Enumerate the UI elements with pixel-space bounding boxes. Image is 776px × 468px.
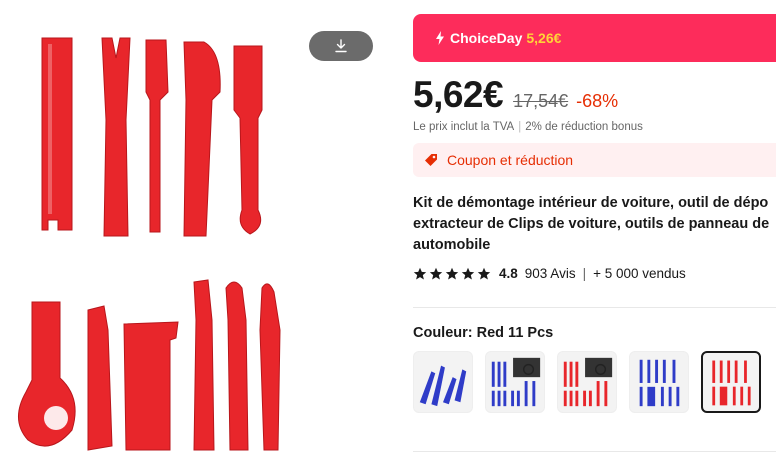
color-selector-label: Couleur: Red 11 Pcs <box>413 325 553 341</box>
color-option[interactable] <box>485 351 545 413</box>
color-swatches <box>413 351 761 413</box>
product-title-line: Kit de démontage intérieur de voiture, o… <box>413 195 769 211</box>
coupon-label: Coupon et réduction <box>447 152 574 168</box>
coupon-button[interactable]: Coupon et réduction <box>413 143 776 177</box>
reviews-link[interactable]: 903 Avis <box>525 266 576 281</box>
color-option[interactable] <box>629 351 689 413</box>
swatch-thumbnail <box>563 357 613 407</box>
product-title: Kit de démontage intérieur de voiture, o… <box>413 193 776 256</box>
bonus-text: 2% de réduction bonus <box>525 121 643 133</box>
color-option[interactable] <box>413 351 473 413</box>
color-value: Red 11 Pcs <box>476 325 554 341</box>
separator: | <box>518 121 522 133</box>
choice-day-banner[interactable]: ChoiceDay 5,26€ <box>413 14 776 62</box>
star-icon <box>413 267 427 279</box>
choice-label: ChoiceDay <box>450 30 523 46</box>
download-icon <box>335 39 347 53</box>
sold-count: + 5 000 vendus <box>593 266 686 281</box>
product-image[interactable] <box>0 0 400 468</box>
rating-row[interactable]: 4.8 903 Avis | + 5 000 vendus <box>413 266 686 281</box>
divider <box>413 307 776 308</box>
star-icon <box>445 267 459 279</box>
product-title-line: automobile <box>413 237 491 253</box>
tax-info: Le prix inclut la TVA | 2% de réduction bo… <box>413 121 643 133</box>
star-icon <box>429 267 443 279</box>
discount-badge: -68% <box>576 91 619 111</box>
tax-included-text: Le prix inclut la TVA <box>413 121 515 133</box>
divider <box>413 451 776 452</box>
bolt-icon <box>436 31 444 45</box>
swatch-thumbnail <box>419 365 467 407</box>
star-rating <box>413 267 491 281</box>
current-price: 5,62€ <box>413 74 504 115</box>
color-option[interactable] <box>557 351 617 413</box>
original-price: 17,54€ <box>513 91 569 111</box>
rating-value: 4.8 <box>499 266 518 281</box>
price-row: 5,62€ 17,54€ -68% <box>413 74 618 116</box>
swatch-thumbnail <box>712 360 751 406</box>
star-icon <box>477 267 491 279</box>
swatch-thumbnail <box>639 359 680 407</box>
download-button[interactable] <box>309 31 373 61</box>
separator: | <box>582 266 587 281</box>
tag-icon <box>425 154 437 166</box>
product-title-line: extracteur de Clips de voiture, outils d… <box>413 216 770 232</box>
star-icon <box>461 267 475 279</box>
choice-price: 5,26€ <box>526 30 562 46</box>
swatch-thumbnail <box>491 357 541 407</box>
color-key: Couleur: <box>413 325 473 341</box>
color-option-selected[interactable] <box>701 351 761 413</box>
product-info-panel: ChoiceDay 5,26€ 5,62€ 17,54€ -68% Le pri… <box>413 0 776 468</box>
trim-tool-kit-image <box>18 37 281 451</box>
